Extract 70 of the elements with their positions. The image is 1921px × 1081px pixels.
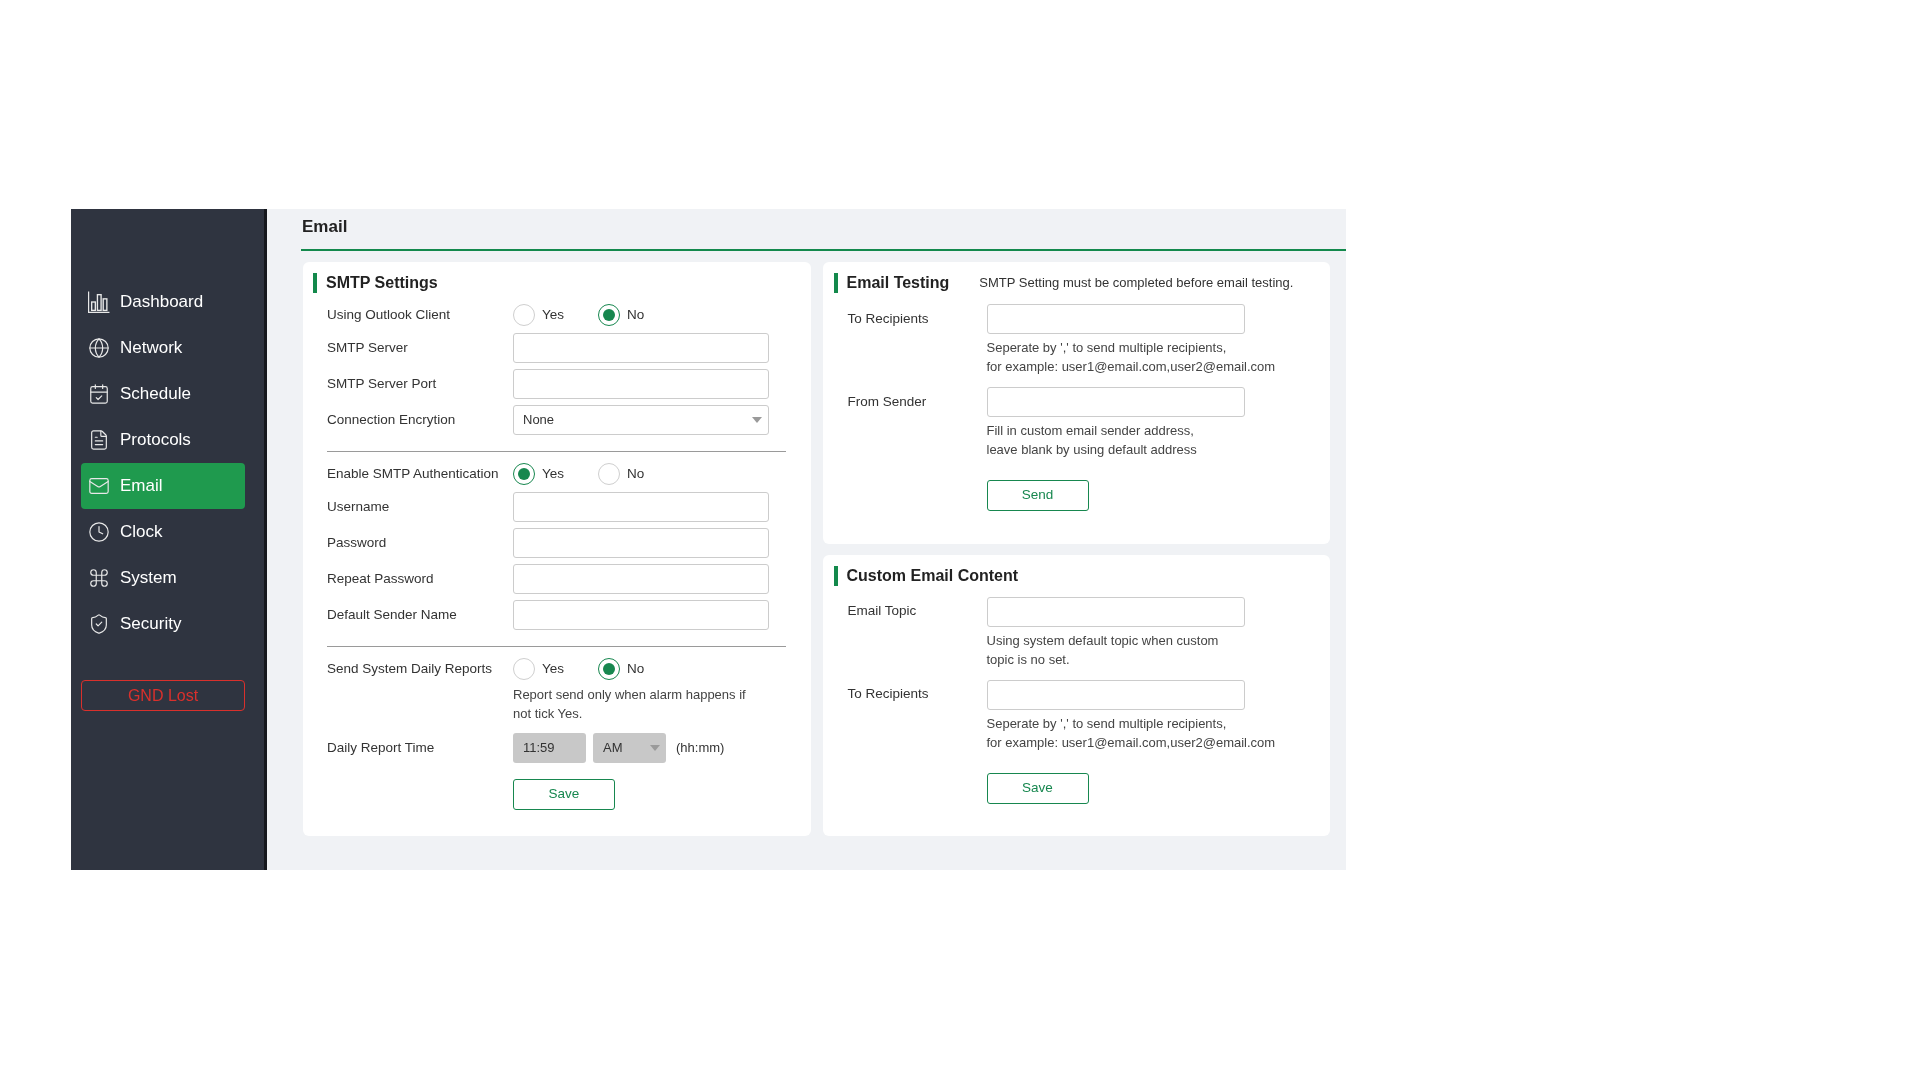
input-field[interactable] — [513, 600, 769, 630]
nav-item[interactable]: Schedule — [81, 371, 245, 417]
calendar-check-icon — [88, 383, 110, 405]
hint-text: Seperate by ',' to send multiple recipients, for example: user1@email.com,user2@email.com — [986, 339, 1276, 376]
field-label: Password — [327, 533, 387, 552]
save-button[interactable]: Save — [513, 779, 615, 810]
accent-bar — [833, 273, 838, 293]
input-field[interactable] — [986, 596, 1245, 627]
caret-icon — [650, 745, 660, 751]
document-icon — [88, 429, 110, 451]
bar-chart-icon — [88, 291, 110, 313]
input-field[interactable] — [513, 492, 769, 522]
caret-icon — [752, 417, 762, 423]
page-title: Email — [302, 217, 349, 237]
input-field[interactable] — [513, 528, 769, 558]
input-field[interactable] — [986, 304, 1245, 334]
field-label: Default Sender Name — [327, 605, 457, 624]
hint-text: Using system default topic when custom topic is no set. — [986, 631, 1219, 669]
globe-icon — [88, 337, 110, 359]
section-title: SMTP Settings — [326, 273, 438, 293]
option-label[interactable]: No — [627, 658, 645, 680]
input-field[interactable] — [513, 564, 769, 594]
radio-button[interactable] — [598, 658, 620, 680]
hint-text: Seperate by ',' to send multiple recipients, for example: user1@email.com,user2@email.com — [986, 714, 1276, 752]
nav-item[interactable]: Security — [81, 601, 245, 647]
field-label: Username — [327, 497, 390, 516]
section-title: Email Testing — [846, 273, 950, 293]
field-label: Email Topic — [847, 602, 917, 621]
select-field[interactable]: None — [513, 405, 769, 435]
radio-button[interactable] — [513, 463, 535, 485]
nav-item[interactable]: System — [81, 555, 245, 601]
shield-check-icon — [88, 613, 110, 635]
field-label: To Recipients — [847, 685, 929, 704]
hint-text: Fill in custom email sender address, leave blank by using default address — [986, 422, 1197, 459]
field-label: Using Outlook Client — [327, 305, 451, 324]
input-field[interactable] — [986, 679, 1245, 710]
input-field[interactable] — [513, 369, 769, 399]
input-field[interactable] — [986, 387, 1245, 417]
field-label: Connection Encrytion — [327, 410, 456, 429]
send-button[interactable]: Send — [986, 480, 1089, 511]
format-hint: (hh:mm) — [676, 739, 725, 758]
option-label[interactable]: Yes — [542, 463, 565, 485]
input-field[interactable] — [513, 333, 769, 363]
note-text: SMTP Setting must be completed before email testing. — [979, 274, 1294, 293]
option-label[interactable]: Yes — [542, 658, 565, 680]
accent-bar — [313, 273, 317, 293]
hint-text: Report send only when alarm happens if not tick Yes. — [513, 686, 746, 723]
field-label: SMTP Server — [327, 338, 408, 357]
nav-item[interactable]: Email — [81, 463, 245, 509]
nav-item[interactable]: Protocols — [81, 417, 245, 463]
nav-item[interactable]: Clock — [81, 509, 245, 555]
field-label: SMTP Server Port — [327, 374, 437, 393]
radio-button[interactable] — [598, 304, 620, 326]
save-button[interactable]: Save — [986, 772, 1089, 804]
field-label: Daily Report Time — [327, 738, 435, 757]
field-label: From Sender — [847, 392, 927, 411]
field-label: Repeat Password — [327, 569, 434, 588]
section-title: Custom Email Content — [846, 565, 1019, 586]
envelope-icon — [88, 475, 110, 497]
command-icon — [88, 567, 110, 589]
accent-bar — [833, 565, 838, 586]
option-label[interactable]: No — [627, 463, 645, 485]
field-label: Send System Daily Reports — [327, 659, 493, 678]
option-label[interactable]: No — [627, 304, 645, 326]
nav-item[interactable]: Network — [81, 325, 245, 371]
field-label: Enable SMTP Authentication — [327, 464, 499, 483]
nav-item[interactable]: Dashboard — [81, 279, 245, 325]
field-label: To Recipients — [847, 309, 929, 328]
clock-icon — [88, 521, 110, 543]
option-label[interactable]: Yes — [542, 304, 565, 326]
